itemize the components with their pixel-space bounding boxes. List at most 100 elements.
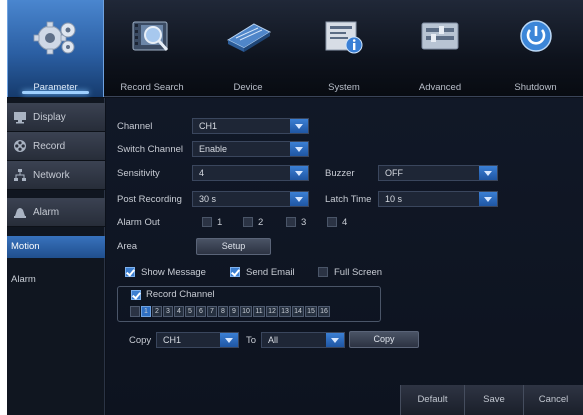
channel-label: Channel — [117, 121, 153, 132]
toolbar-item-advanced[interactable]: Advanced — [392, 0, 488, 97]
record-channel-checkbox[interactable] — [131, 290, 141, 300]
channel-toggle[interactable]: 12 — [266, 306, 278, 317]
alarm-out-checkbox-2[interactable] — [243, 217, 253, 227]
switch-channel-value: Enable — [199, 144, 228, 154]
toolbar-item-system[interactable]: System — [296, 0, 392, 97]
alarm-out-checkbox-3[interactable] — [286, 217, 296, 227]
alarm-out-option-3: 3 — [301, 217, 307, 228]
dvr-settings-window: Parameter Record Search Device System Ad… — [7, 0, 583, 415]
save-button[interactable]: Save — [464, 385, 523, 415]
post-recording-label: Post Recording — [117, 194, 182, 205]
sensitivity-label: Sensitivity — [117, 168, 160, 179]
sidebar: Display Record Network Alarm Motion Alar… — [7, 98, 105, 415]
sidebar-subitem-alarm[interactable]: Alarm — [7, 269, 105, 291]
show-message-checkbox[interactable] — [125, 267, 135, 277]
toolbar-label-device: Device — [233, 82, 263, 93]
buzzer-value: OFF — [385, 168, 403, 178]
channel-toggle[interactable]: 13 — [279, 306, 291, 317]
cancel-button[interactable]: Cancel — [523, 385, 583, 415]
area-label: Area — [117, 241, 138, 252]
post-recording-select[interactable]: 30 s — [192, 191, 309, 207]
toolbar-label-record-search: Record Search — [120, 82, 184, 93]
network-icon — [13, 168, 27, 182]
latch-time-value: 10 s — [385, 194, 403, 204]
channel-value: CH1 — [199, 121, 218, 131]
default-button[interactable]: Default — [400, 385, 464, 415]
to-label: To — [246, 335, 257, 346]
channel-toggle[interactable]: 8 — [218, 306, 228, 317]
motion-settings-panel: Channel CH1 Switch Channel Enable Sensit… — [106, 98, 583, 415]
sidebar-label-display: Display — [33, 112, 66, 123]
channel-toggle[interactable]: 3 — [163, 306, 173, 317]
toolbar-label-shutdown: Shutdown — [514, 82, 557, 93]
toolbar-item-device[interactable]: Device — [200, 0, 296, 97]
setup-button[interactable]: Setup — [196, 238, 271, 255]
latch-time-select[interactable]: 10 s — [378, 191, 498, 207]
channel-toggle[interactable]: 14 — [292, 306, 304, 317]
chevron-down-icon — [479, 166, 497, 180]
alarm-bell-icon — [13, 205, 27, 219]
active-indicator — [22, 91, 89, 94]
record-channel-label: Record Channel — [146, 289, 215, 300]
post-recording-value: 30 s — [199, 194, 217, 204]
film-reel-icon — [13, 139, 27, 153]
full-screen-checkbox[interactable] — [318, 267, 328, 277]
chevron-down-icon — [479, 192, 497, 206]
hard-drive-icon — [224, 18, 272, 56]
channel-toggle[interactable]: 1 — [141, 306, 151, 317]
toolbar-item-parameter[interactable]: Parameter — [7, 0, 104, 97]
channel-toggle[interactable]: 16 — [318, 306, 330, 317]
sensitivity-select[interactable]: 4 — [192, 165, 309, 181]
channel-select[interactable]: CH1 — [192, 118, 309, 134]
alarm-out-checkbox-4[interactable] — [327, 217, 337, 227]
toolbar-item-record-search[interactable]: Record Search — [104, 0, 200, 97]
channel-toggle[interactable]: 5 — [185, 306, 195, 317]
channel-toggle[interactable]: 10 — [240, 306, 252, 317]
buzzer-label: Buzzer — [325, 168, 355, 179]
chevron-down-icon — [220, 333, 238, 347]
sidebar-item-record[interactable]: Record — [7, 132, 105, 161]
copy-from-value: CH1 — [163, 335, 182, 345]
toolbar-item-shutdown[interactable]: Shutdown — [488, 0, 583, 97]
copy-label: Copy — [129, 335, 152, 346]
copy-from-select[interactable]: CH1 — [156, 332, 239, 348]
channel-toggle[interactable]: 6 — [196, 306, 206, 317]
alarm-out-label: Alarm Out — [117, 217, 160, 228]
power-icon — [518, 18, 554, 56]
channel-toggle[interactable]: 9 — [229, 306, 239, 317]
chevron-down-icon — [290, 166, 308, 180]
channel-toggle[interactable]: 7 — [207, 306, 217, 317]
sidebar-item-network[interactable]: Network — [7, 161, 105, 190]
copy-to-select[interactable]: All — [261, 332, 345, 348]
gear-icon — [33, 18, 79, 60]
monitor-icon — [13, 110, 27, 124]
system-info-icon — [322, 18, 366, 58]
sidebar-item-alarm[interactable]: Alarm — [7, 198, 105, 227]
channel-toggle[interactable]: 15 — [305, 306, 317, 317]
alarm-out-checkbox-1[interactable] — [202, 217, 212, 227]
send-email-checkbox[interactable] — [230, 267, 240, 277]
sidebar-subitem-motion[interactable]: Motion — [7, 236, 105, 258]
switch-channel-label: Switch Channel — [117, 144, 184, 155]
channel-toggle[interactable]: 4 — [174, 306, 184, 317]
channel-toggle[interactable]: 11 — [253, 306, 265, 317]
channel-toggle[interactable]: 2 — [152, 306, 162, 317]
copy-button[interactable]: Copy — [349, 331, 419, 348]
full-screen-label: Full Screen — [334, 267, 383, 278]
switch-channel-select[interactable]: Enable — [192, 141, 309, 157]
record-channel-all-toggle[interactable] — [130, 306, 140, 317]
alarm-out-option-1: 1 — [217, 217, 223, 228]
sidebar-label-record: Record — [33, 141, 66, 152]
chevron-down-icon — [326, 333, 344, 347]
record-channel-group: Record Channel 1 2 3 4 5 6 7 8 9 10 11 1… — [117, 286, 381, 322]
show-message-label: Show Message — [141, 267, 206, 278]
advanced-settings-icon — [419, 18, 461, 56]
chevron-down-icon — [290, 142, 308, 156]
chevron-down-icon — [290, 192, 308, 206]
chevron-down-icon — [290, 119, 308, 133]
sidebar-label-alarm: Alarm — [33, 207, 60, 218]
footer-buttons: Default Save Cancel — [400, 385, 583, 415]
alarm-out-option-4: 4 — [342, 217, 348, 228]
buzzer-select[interactable]: OFF — [378, 165, 498, 181]
sidebar-item-display[interactable]: Display — [7, 103, 105, 132]
